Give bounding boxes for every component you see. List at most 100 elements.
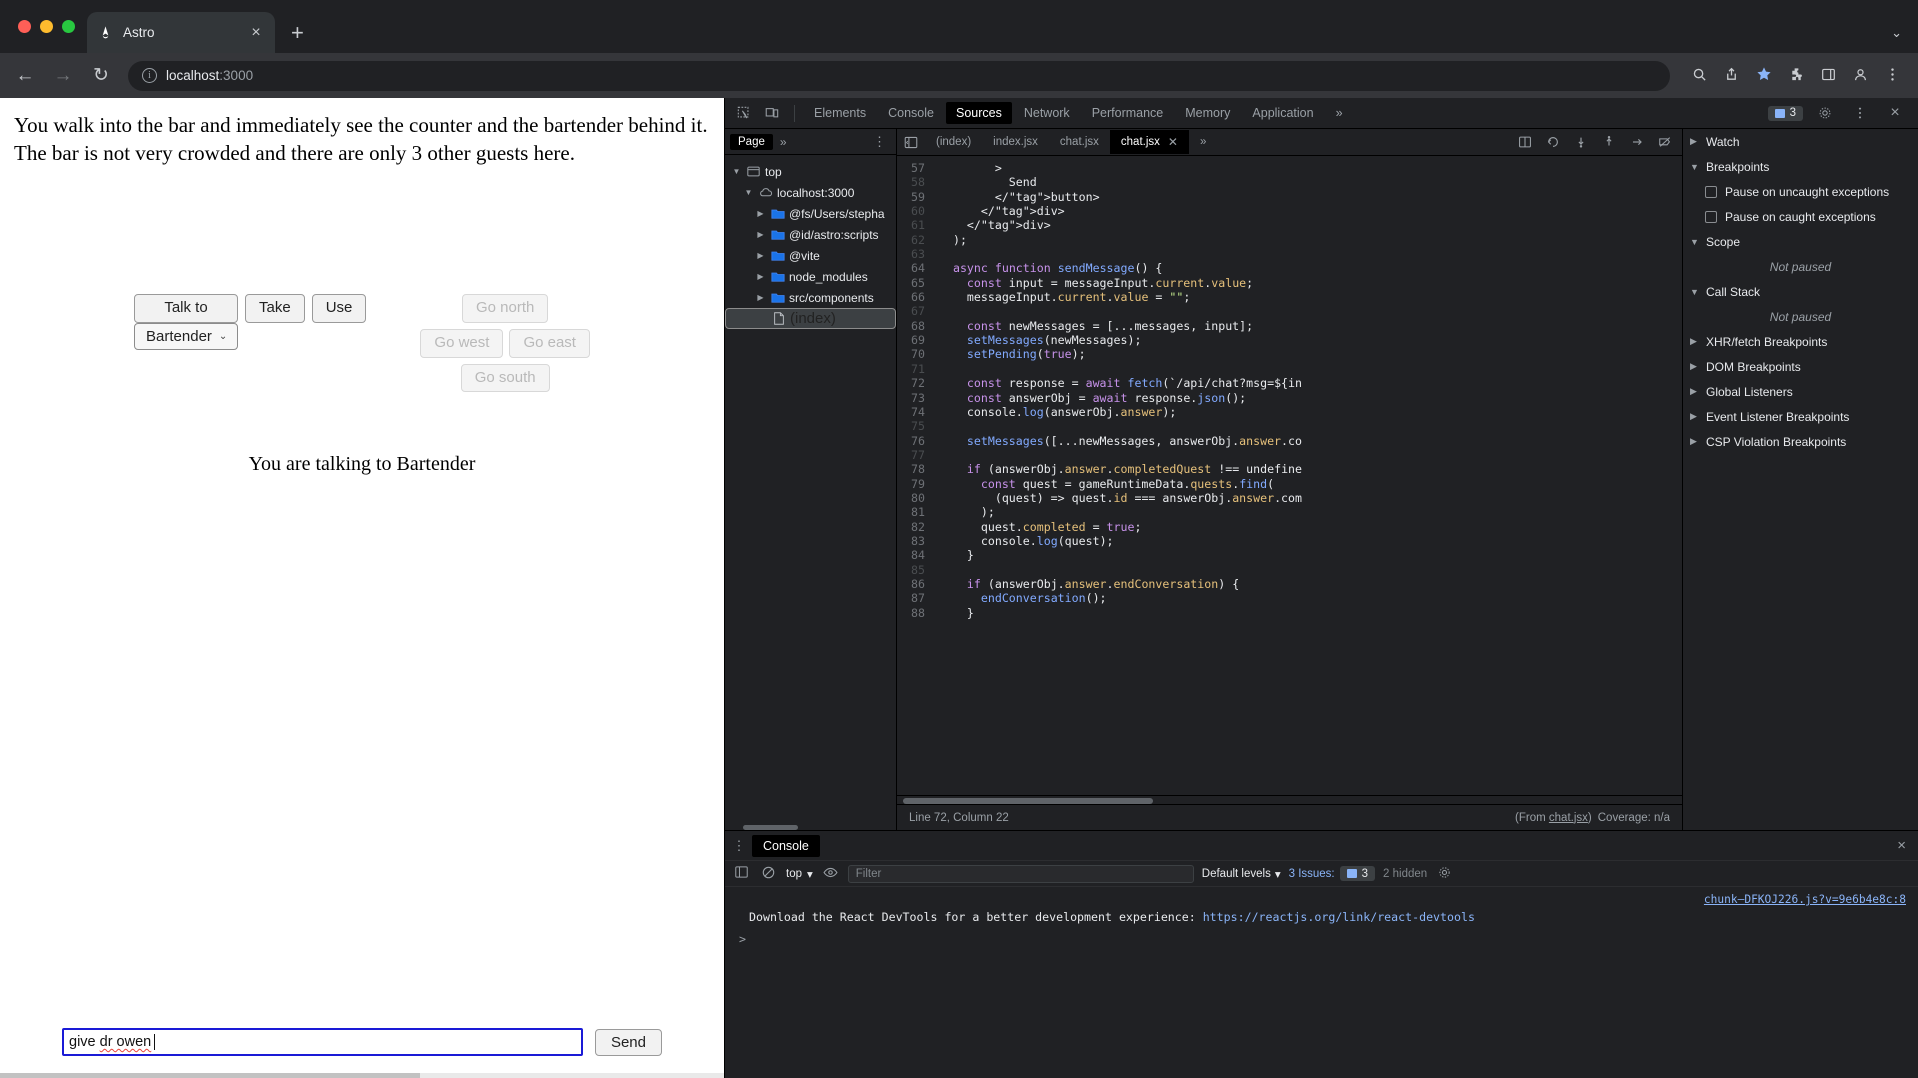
live-expression-icon[interactable] xyxy=(821,866,840,881)
bookmark-star-icon[interactable] xyxy=(1756,66,1772,86)
target-select[interactable]: Bartender ⌄ xyxy=(134,322,239,350)
tree-node-localhost[interactable]: ▼ localhost:3000 xyxy=(725,182,896,203)
inspect-element-icon[interactable] xyxy=(731,101,757,125)
close-devtools-icon[interactable]: × xyxy=(1882,101,1908,125)
twisty-icon[interactable]: ▼ xyxy=(731,167,742,176)
tab-search-icon[interactable]: ⌄ xyxy=(1891,25,1902,41)
step-over-icon[interactable] xyxy=(1568,130,1594,154)
go-north-button[interactable]: Go north xyxy=(462,294,549,323)
issues-badge[interactable]: 3 xyxy=(1767,105,1803,121)
navigator-horizontal-scrollbar[interactable] xyxy=(725,824,896,830)
sidebar-section-xhr-breakpoints[interactable]: ▶ XHR/fetch Breakpoints xyxy=(1683,329,1918,354)
side-panel-icon[interactable] xyxy=(1821,67,1836,85)
console-levels-selector[interactable]: Default levels ▾ xyxy=(1202,867,1281,881)
devtools-tab-elements[interactable]: Elements xyxy=(804,102,876,124)
tree-node-index[interactable]: (index) xyxy=(725,308,896,329)
send-button[interactable]: Send xyxy=(594,1028,662,1056)
navigator-tab-page[interactable]: Page xyxy=(730,133,773,150)
console-message-source[interactable]: chunk–DFKOJ226.js?v=9e6b4e8c:8 xyxy=(725,893,1918,906)
go-south-button[interactable]: Go south xyxy=(460,363,550,393)
close-icon[interactable]: ✕ xyxy=(1168,135,1178,149)
clear-console-icon[interactable] xyxy=(759,866,778,882)
address-bar[interactable]: i localhost:3000 xyxy=(128,60,1670,91)
resume-pause-icon[interactable] xyxy=(1540,130,1566,154)
browser-tab-astro[interactable]: Astro × xyxy=(87,12,275,53)
gear-icon[interactable] xyxy=(1812,101,1838,125)
twisty-icon[interactable]: ▼ xyxy=(743,188,754,197)
tree-node-src-components[interactable]: ▶ src/components xyxy=(725,287,896,308)
page-horizontal-scrollbar[interactable] xyxy=(0,1073,724,1078)
sidebar-section-csp-violation-breakpoints[interactable]: ▶ CSP Violation Breakpoints xyxy=(1683,429,1918,454)
go-west-button[interactable]: Go west xyxy=(420,328,504,358)
take-button[interactable]: Take xyxy=(245,294,305,323)
react-devtools-link[interactable]: https://reactjs.org/link/react-devtools xyxy=(1203,910,1475,924)
browser-menu-icon[interactable] xyxy=(1885,67,1900,85)
maximize-window-button[interactable] xyxy=(62,20,75,33)
go-east-button[interactable]: Go east xyxy=(509,328,590,358)
twisty-icon[interactable]: ▶ xyxy=(755,251,766,260)
navigator-overflow[interactable]: » xyxy=(780,135,787,149)
twisty-icon[interactable]: ▶ xyxy=(755,293,766,302)
pause-uncaught-checkbox[interactable]: Pause on uncaught exceptions xyxy=(1683,179,1918,204)
devtools-tabs-overflow[interactable]: » xyxy=(1326,102,1353,124)
reload-button[interactable]: ↻ xyxy=(90,66,112,85)
devtools-tab-console[interactable]: Console xyxy=(878,102,944,124)
use-button[interactable]: Use xyxy=(311,294,367,323)
devtools-tab-performance[interactable]: Performance xyxy=(1082,102,1174,124)
pause-caught-checkbox[interactable]: Pause on caught exceptions xyxy=(1683,204,1918,229)
forward-button[interactable]: → xyxy=(52,66,74,85)
sidebar-section-scope[interactable]: ▼ Scope xyxy=(1683,229,1918,254)
show-navigator-icon[interactable] xyxy=(897,136,925,149)
console-issues-link[interactable]: 3 Issues: 3 xyxy=(1289,866,1376,881)
message-input[interactable]: give dr owen xyxy=(62,1028,583,1056)
tree-node-astro-scripts[interactable]: ▶ @id/astro:scripts xyxy=(725,224,896,245)
step-into-icon[interactable] xyxy=(1596,130,1622,154)
console-settings-icon[interactable] xyxy=(1435,866,1454,882)
new-tab-button[interactable]: + xyxy=(291,22,304,44)
editor-tab-index[interactable]: (index) xyxy=(925,131,982,153)
device-toolbar-icon[interactable] xyxy=(759,101,785,125)
sidebar-section-breakpoints[interactable]: ▼ Breakpoints xyxy=(1683,154,1918,179)
search-icon[interactable] xyxy=(1692,67,1707,85)
close-tab-button[interactable]: × xyxy=(247,24,265,41)
sidebar-section-dom-breakpoints[interactable]: ▶ DOM Breakpoints xyxy=(1683,354,1918,379)
sidebar-section-watch[interactable]: ▶ Watch xyxy=(1683,129,1918,154)
tree-node-vite[interactable]: ▶ @vite xyxy=(725,245,896,266)
editor-tab-index-jsx[interactable]: index.jsx xyxy=(982,131,1049,153)
tree-node-node-modules[interactable]: ▶ node_modules xyxy=(725,266,896,287)
twisty-icon[interactable]: ▶ xyxy=(755,272,766,281)
drawer-tab-console[interactable]: Console xyxy=(752,834,820,857)
share-icon[interactable] xyxy=(1724,67,1739,85)
editor-horizontal-scrollbar[interactable] xyxy=(897,795,1682,804)
devtools-tab-network[interactable]: Network xyxy=(1014,102,1080,124)
talk-to-button[interactable]: Talk to xyxy=(134,294,239,323)
extensions-icon[interactable] xyxy=(1789,67,1804,85)
format-icon[interactable] xyxy=(1512,130,1538,154)
back-button[interactable]: ← xyxy=(14,66,36,85)
site-info-icon[interactable]: i xyxy=(142,68,157,83)
devtools-tab-memory[interactable]: Memory xyxy=(1175,102,1240,124)
editor-tab-chat-jsx-active[interactable]: chat.jsx ✕ xyxy=(1109,130,1189,154)
kebab-menu-icon[interactable] xyxy=(1847,101,1873,125)
console-context-selector[interactable]: top ▾ xyxy=(786,867,813,881)
step-out-icon[interactable] xyxy=(1624,130,1650,154)
sidebar-section-global-listeners[interactable]: ▶ Global Listeners xyxy=(1683,379,1918,404)
console-filter-input[interactable]: Filter xyxy=(847,864,1194,883)
editor-tabs-overflow[interactable]: » xyxy=(1189,131,1217,153)
profile-icon[interactable] xyxy=(1853,67,1868,85)
close-drawer-icon[interactable]: × xyxy=(1897,837,1913,854)
devtools-tab-application[interactable]: Application xyxy=(1242,102,1323,124)
minimize-window-button[interactable] xyxy=(40,20,53,33)
deactivate-breakpoints-icon[interactable] xyxy=(1652,130,1678,154)
navigator-more-menu[interactable]: ⋮ xyxy=(873,134,891,150)
sidebar-section-call-stack[interactable]: ▼ Call Stack xyxy=(1683,279,1918,304)
source-map-link[interactable]: chat.jsx xyxy=(1549,812,1588,824)
close-window-button[interactable] xyxy=(18,20,31,33)
tree-node-top[interactable]: ▼ top xyxy=(725,161,896,182)
tree-node-fs-users[interactable]: ▶ @fs/Users/stepha xyxy=(725,203,896,224)
code-text[interactable]: > Send </"tag">button> </"tag">div> </"t… xyxy=(931,156,1682,795)
code-view[interactable]: 57 58 59 60 61 62 63 64 65 66 67 68 69 7… xyxy=(897,156,1682,795)
sidebar-section-event-listener-breakpoints[interactable]: ▶ Event Listener Breakpoints xyxy=(1683,404,1918,429)
twisty-icon[interactable]: ▶ xyxy=(755,230,766,239)
console-sidebar-icon[interactable] xyxy=(732,866,751,881)
